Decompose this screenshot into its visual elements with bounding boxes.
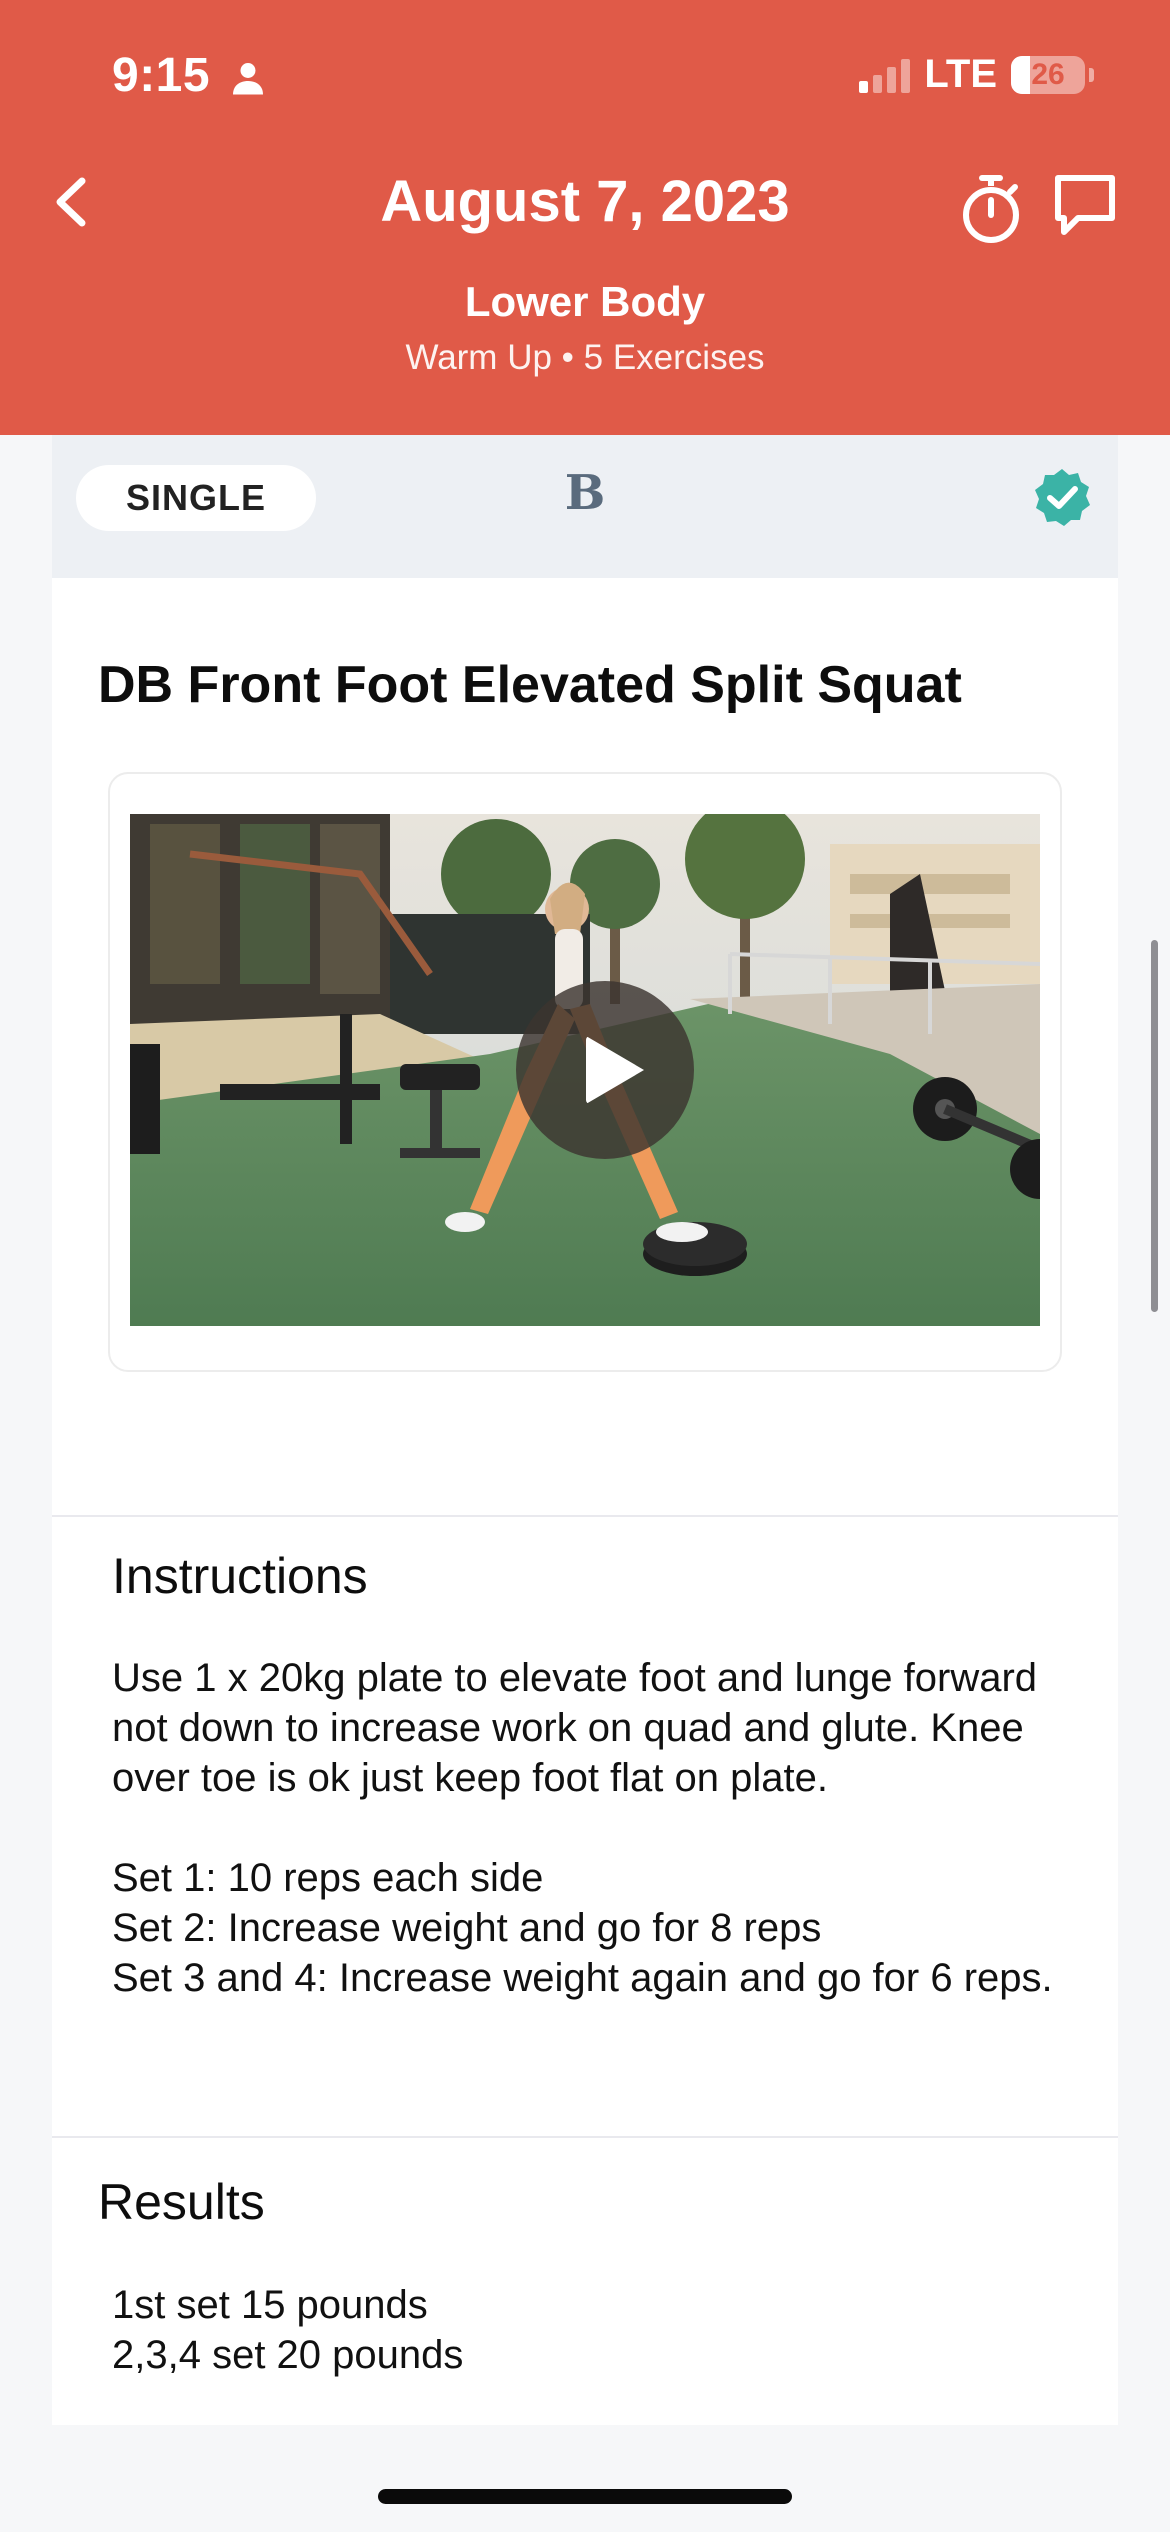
- results-heading: Results: [98, 2174, 265, 2230]
- battery-icon: 26: [1011, 55, 1085, 94]
- instructions-text: Use 1 x 20kg plate to elevate foot and l…: [112, 1656, 1053, 2000]
- exercise-card: SINGLE B DB Front Foot Elevated Split Sq…: [52, 435, 1118, 2425]
- network-type: LTE: [924, 52, 997, 96]
- workout-name: Lower Body: [464, 278, 706, 325]
- chat-bubble-icon[interactable]: [1052, 172, 1118, 238]
- person-icon: [233, 63, 263, 95]
- exercise-video[interactable]: [130, 814, 1040, 1326]
- video-frame: [108, 772, 1062, 1372]
- exercise-card-header: SINGLE B: [52, 435, 1118, 578]
- scroll-indicator[interactable]: [1151, 940, 1158, 1312]
- cellular-signal-icon: [859, 57, 911, 93]
- workout-meta: Warm Up • 5 Exercises: [405, 338, 765, 377]
- instructions-heading: Instructions: [112, 1548, 368, 1604]
- stopwatch-icon[interactable]: [958, 172, 1024, 244]
- play-icon[interactable]: [516, 981, 694, 1159]
- divider: [52, 1515, 1118, 1517]
- status-indicators: LTE 26: [859, 52, 1094, 97]
- header: 9:15 LTE 26 August 7, 2023 Lower Body Wa…: [0, 0, 1170, 435]
- exercise-title: DB Front Foot Elevated Split Squat: [98, 656, 962, 714]
- exercise-group-letter: B: [564, 465, 606, 521]
- check-badge-icon[interactable]: [1032, 467, 1092, 527]
- battery-nub: [1089, 67, 1094, 82]
- battery-level: 26: [1031, 57, 1065, 91]
- results-text[interactable]: 1st set 15 pounds 2,3,4 set 20 pounds: [112, 2280, 1072, 2380]
- home-indicator[interactable]: [378, 2489, 792, 2504]
- status-time: 9:15: [112, 49, 211, 102]
- divider: [52, 2136, 1118, 2138]
